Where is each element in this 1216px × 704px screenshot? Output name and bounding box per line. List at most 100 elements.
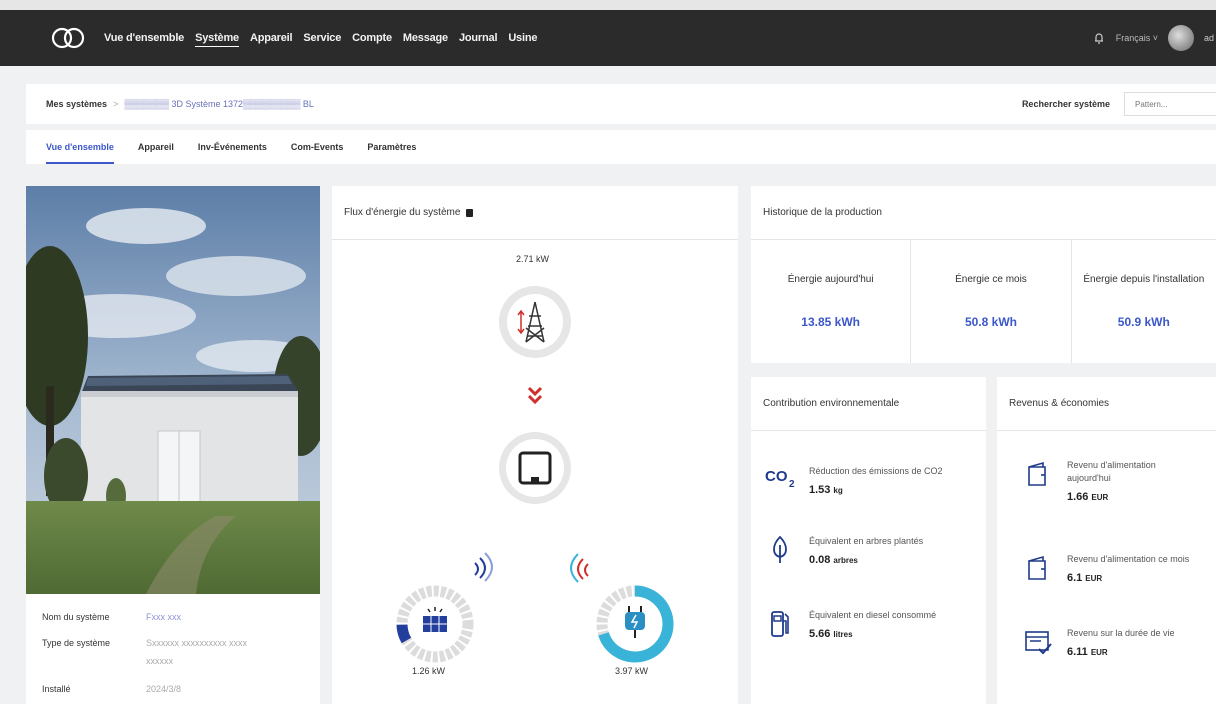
tab-settings[interactable]: Paramètres [367,130,416,164]
nav-item-message[interactable]: Message [403,30,448,47]
solar-power-value: 1.26 kW [412,666,446,676]
system-type-value-line2: xxxxxx [146,656,173,666]
trees-metric: Équivalent en arbres plantés 0.08 arbres [763,535,923,566]
co2-icon: CO 2 [763,465,797,496]
svg-text:2: 2 [789,479,795,489]
load-power-value: 3.97 kW [615,666,649,676]
system-info-card: Nom du système Fxxx xxx Type de système … [26,186,320,704]
wallet-icon [1021,459,1055,503]
main-nav: Vue d'ensemble Système Appareil Service … [104,30,537,47]
breadcrumb-separator: > [113,99,119,109]
tab-com-events[interactable]: Com-Events [291,130,344,164]
fuel-pump-icon [763,609,797,640]
system-details: Nom du système Fxxx xxx Type de système … [26,594,320,704]
environment-title: Contribution environnementale [763,398,900,409]
diesel-value: 5.66 [809,628,831,640]
stat-energy-total: Énergie depuis l'installation 50.9 kWh [1072,240,1216,363]
revenue-today-unit: EUR [1091,493,1109,502]
user-name[interactable]: ad [1204,33,1216,43]
revenue-title: Revenus & économies [1009,398,1110,409]
topbar-right: Français ˅ ad [1092,10,1216,66]
system-type-value: Sxxxxxx xxxxxxxxxx xxxx xxxxxx [146,638,247,666]
solar-signal-icon [474,552,493,582]
energy-flow-title: Flux d'énergie du système [344,207,461,218]
production-header: Historique de la production [751,186,1216,240]
tab-bar: Vue d'ensemble Appareil Inv-Événements C… [26,130,1216,164]
calendar-check-icon [1021,627,1055,658]
co2-metric: CO 2 Réduction des émissions de CO2 1.53 k… [763,465,943,496]
info-icon[interactable] [466,208,474,217]
system-type-value-line1: Sxxxxxx xxxxxxxxxx xxxx [146,638,248,648]
svg-text:CO: CO [765,468,788,485]
co2-value: 1.53 [809,484,831,496]
logo-icon [51,27,85,49]
system-type-label: Type de système [42,638,111,648]
stat-label: Énergie aujourd'hui [787,274,874,285]
energy-flow-card: Flux d'énergie du système 2.71 kW 1.26 k… [332,186,738,704]
production-history-card: Historique de la production Énergie aujo… [751,186,1216,363]
nav-item-device[interactable]: Appareil [250,30,293,47]
brand-logo[interactable] [48,23,88,53]
system-name-label: Nom du système [42,612,110,622]
revenue-month-unit: EUR [1085,574,1103,583]
revenue-lifetime-unit: EUR [1090,648,1108,657]
revenue-card: Revenus & économies Revenu d'alimentatio… [997,377,1216,704]
top-navigation-bar: Vue d'ensemble Système Appareil Service … [0,0,1216,66]
leaf-icon [763,535,797,566]
revenue-today-metric: Revenu d'alimentation aujourd'hui 1.66 EU… [1021,459,1156,503]
stat-label: Énergie depuis l'installation [1083,274,1205,285]
trees-unit: arbres [833,556,858,565]
tab-device[interactable]: Appareil [138,130,174,164]
environment-card: Contribution environnementale CO 2 Réduct… [751,377,986,704]
stat-energy-today: Énergie aujourd'hui 13.85 kWh [751,240,912,363]
diesel-metric: Équivalent en diesel consommé 5.66 litres [763,609,936,640]
energy-flow-diagram: 2.71 kW 1.26 kW 3.97 kW [332,240,738,704]
load-node[interactable] [596,585,674,663]
system-photo [26,186,320,594]
stat-label: Énergie ce mois [955,274,1027,285]
grid-flow-arrow-icon [527,386,543,405]
revenue-month-value: 6.1 [1067,572,1083,584]
trees-label: Équivalent en arbres plantés [809,536,924,546]
nav-item-factory[interactable]: Usine [508,30,537,47]
trees-value: 0.08 [809,554,831,566]
user-avatar[interactable] [1168,25,1194,51]
revenue-lifetime-value: 6.11 [1067,646,1088,658]
revenue-month-metric: Revenu d'alimentation ce mois 6.1 EUR [1021,553,1189,584]
nav-item-overview[interactable]: Vue d'ensemble [104,30,184,47]
inverter-icon[interactable] [499,432,571,504]
system-name-row: Nom du système Fxxx xxx [42,612,320,638]
system-name-value[interactable]: Fxxx xxx [146,612,181,622]
system-type-row: Type de système Sxxxxxx xxxxxxxxxx xxxx … [42,638,320,684]
installed-value: 2024/3/8 [146,684,182,694]
notification-bell-icon[interactable] [1092,31,1106,45]
co2-label: Réduction des émissions de CO2 [809,466,943,476]
system-search-input[interactable] [1124,92,1216,116]
load-signal-icon [570,553,589,583]
production-stats: Énergie aujourd'hui 13.85 kWh Énergie ce… [751,240,1216,363]
revenue-today-label-line2: aujourd'hui [1067,473,1111,483]
diesel-label: Équivalent en diesel consommé [809,610,937,620]
tab-overview[interactable]: Vue d'ensemble [46,130,114,164]
language-selector[interactable]: Français ˅ [1116,33,1158,43]
installed-label: Installé [42,684,71,694]
tab-inv-events[interactable]: Inv-Événements [198,130,267,164]
solar-panel-node[interactable] [390,579,480,669]
nav-item-service[interactable]: Service [303,30,341,47]
stat-value: 50.9 kWh [1117,315,1170,329]
breadcrumb-root[interactable]: Mes systèmes [46,99,107,109]
search-label: Rechercher système [1021,99,1110,109]
revenue-header: Revenus & économies [997,377,1216,431]
installed-row: Installé 2024/3/8 [42,684,320,704]
nav-item-log[interactable]: Journal [459,30,498,47]
nav-item-account[interactable]: Compte [352,30,392,47]
diesel-unit: litres [833,630,853,639]
wallet-icon [1021,553,1055,584]
environment-header: Contribution environnementale [751,377,986,431]
revenue-today-label-line1: Revenu d'alimentation [1067,460,1156,470]
grid-tower-icon[interactable] [499,286,571,358]
system-search: Rechercher système [1022,84,1216,124]
stat-energy-month: Énergie ce mois 50.8 kWh [911,240,1072,363]
nav-item-system[interactable]: Système [195,30,239,47]
revenue-lifetime-metric: Revenu sur la durée de vie 6.11 EUR [1021,627,1175,658]
